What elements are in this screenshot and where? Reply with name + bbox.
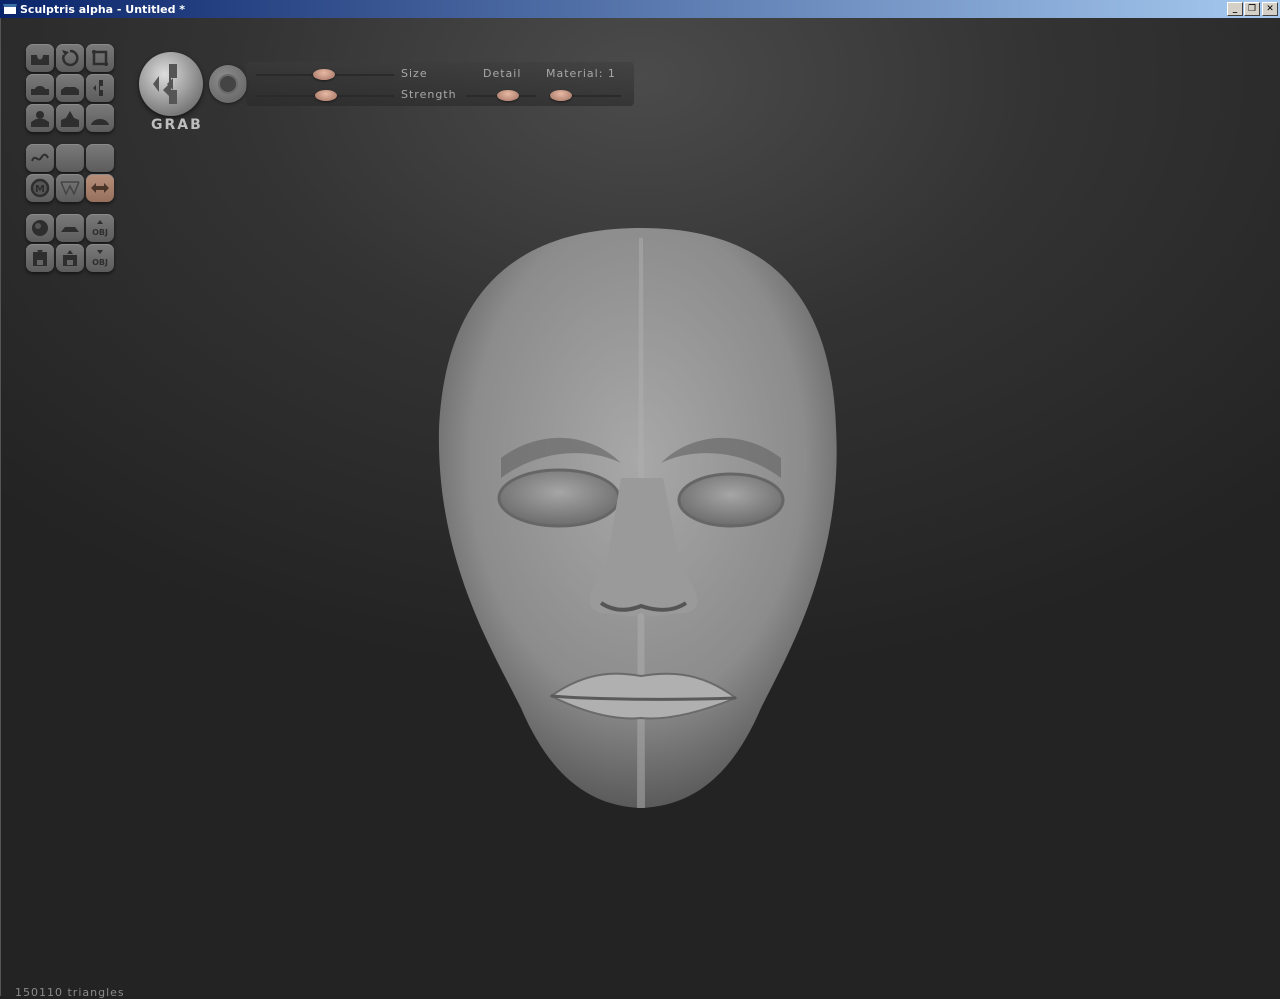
sculpt-viewport[interactable]: M OBJ OBJ GRAB Size Strength Detail Mater… [0, 18, 1280, 999]
brush-settings-panel: Size Strength Detail Material: 1 [246, 62, 634, 106]
crease-icon [61, 111, 79, 127]
window-title: Sculptris alpha - Untitled * [20, 2, 186, 16]
strength-slider[interactable] [256, 90, 394, 101]
size-slider-thumb[interactable] [312, 69, 335, 80]
grab-tool-button[interactable] [85, 73, 115, 103]
close-button[interactable]: ✕ [1262, 2, 1278, 16]
mask-tool-button[interactable]: M [25, 173, 55, 203]
blank-icon [59, 147, 81, 169]
tool-name: GRAB [151, 117, 203, 133]
detail-slider-thumb[interactable] [497, 90, 519, 101]
blank-tool-button[interactable] [85, 143, 115, 173]
pinch-icon [31, 111, 49, 127]
plane-icon [61, 227, 79, 232]
save-tool-button[interactable] [25, 243, 55, 273]
material-slider[interactable] [549, 90, 621, 101]
mode-tools: M [25, 143, 115, 203]
triangle-count: 150110 triangles [15, 986, 125, 999]
grab-tool-button[interactable] [139, 52, 203, 116]
pinch-tool-button[interactable] [25, 103, 55, 133]
flatten-icon [61, 87, 79, 95]
grab-icon [93, 80, 103, 96]
sphere-icon [32, 220, 48, 236]
wireframe-icon [60, 181, 80, 196]
material-label: Material: 1 [546, 67, 616, 80]
strength-label: Strength [401, 88, 457, 101]
detail-label: Detail [483, 67, 522, 80]
brush-alpha-button[interactable] [209, 65, 247, 103]
draw-tool-button[interactable] [25, 43, 55, 73]
symmetry-tool-button[interactable] [85, 173, 115, 203]
crop-tool-button[interactable] [85, 43, 115, 73]
app-icon [3, 3, 17, 15]
open-tool-button[interactable] [55, 243, 85, 273]
plane-tool-button[interactable] [55, 213, 85, 243]
svg-text:OBJ: OBJ [92, 228, 108, 237]
grab-icon [153, 64, 177, 104]
sculpt-tools [25, 43, 115, 133]
sphere-tool-button[interactable] [25, 213, 55, 243]
draw-icon [31, 55, 49, 65]
svg-text:OBJ: OBJ [92, 258, 108, 267]
size-slider[interactable] [256, 69, 394, 80]
wireframe-tool-button[interactable] [55, 173, 85, 203]
smooth-tool-button[interactable] [85, 103, 115, 133]
stroke-icon [31, 153, 49, 162]
blank-icon [89, 147, 111, 169]
strength-slider-thumb[interactable] [315, 90, 338, 101]
inflate-tool-button[interactable] [25, 73, 55, 103]
minimize-button[interactable]: _ [1227, 2, 1243, 16]
flatten-tool-button[interactable] [55, 73, 85, 103]
restore-button[interactable]: ❐ [1244, 2, 1260, 16]
mask-icon: M [30, 178, 50, 198]
symmetry-icon [91, 183, 109, 193]
rotate-tool-button[interactable] [55, 43, 85, 73]
export-obj-tool-button[interactable]: OBJ [85, 243, 115, 273]
smooth-icon [91, 119, 109, 125]
svg-text:M: M [35, 184, 45, 195]
save-icon [33, 250, 47, 266]
export-obj-icon: OBJ [92, 250, 108, 267]
rotate-icon [62, 49, 79, 67]
material-slider-thumb[interactable] [550, 90, 573, 101]
crease-tool-button[interactable] [55, 103, 85, 133]
blank-tool-button[interactable] [55, 143, 85, 173]
stroke-tool-button[interactable] [25, 143, 55, 173]
import-obj-icon: OBJ [92, 220, 108, 237]
title-bar: Sculptris alpha - Untitled * _ ❐ ✕ [0, 0, 1280, 18]
detail-slider[interactable] [466, 90, 536, 101]
file-tools: OBJ OBJ [25, 213, 115, 273]
import-obj-tool-button[interactable]: OBJ [85, 213, 115, 243]
crop-icon [92, 50, 108, 66]
inflate-icon [31, 86, 49, 95]
size-label: Size [401, 67, 428, 80]
open-icon [63, 250, 77, 266]
sculpted-head-mesh[interactable] [431, 228, 851, 828]
